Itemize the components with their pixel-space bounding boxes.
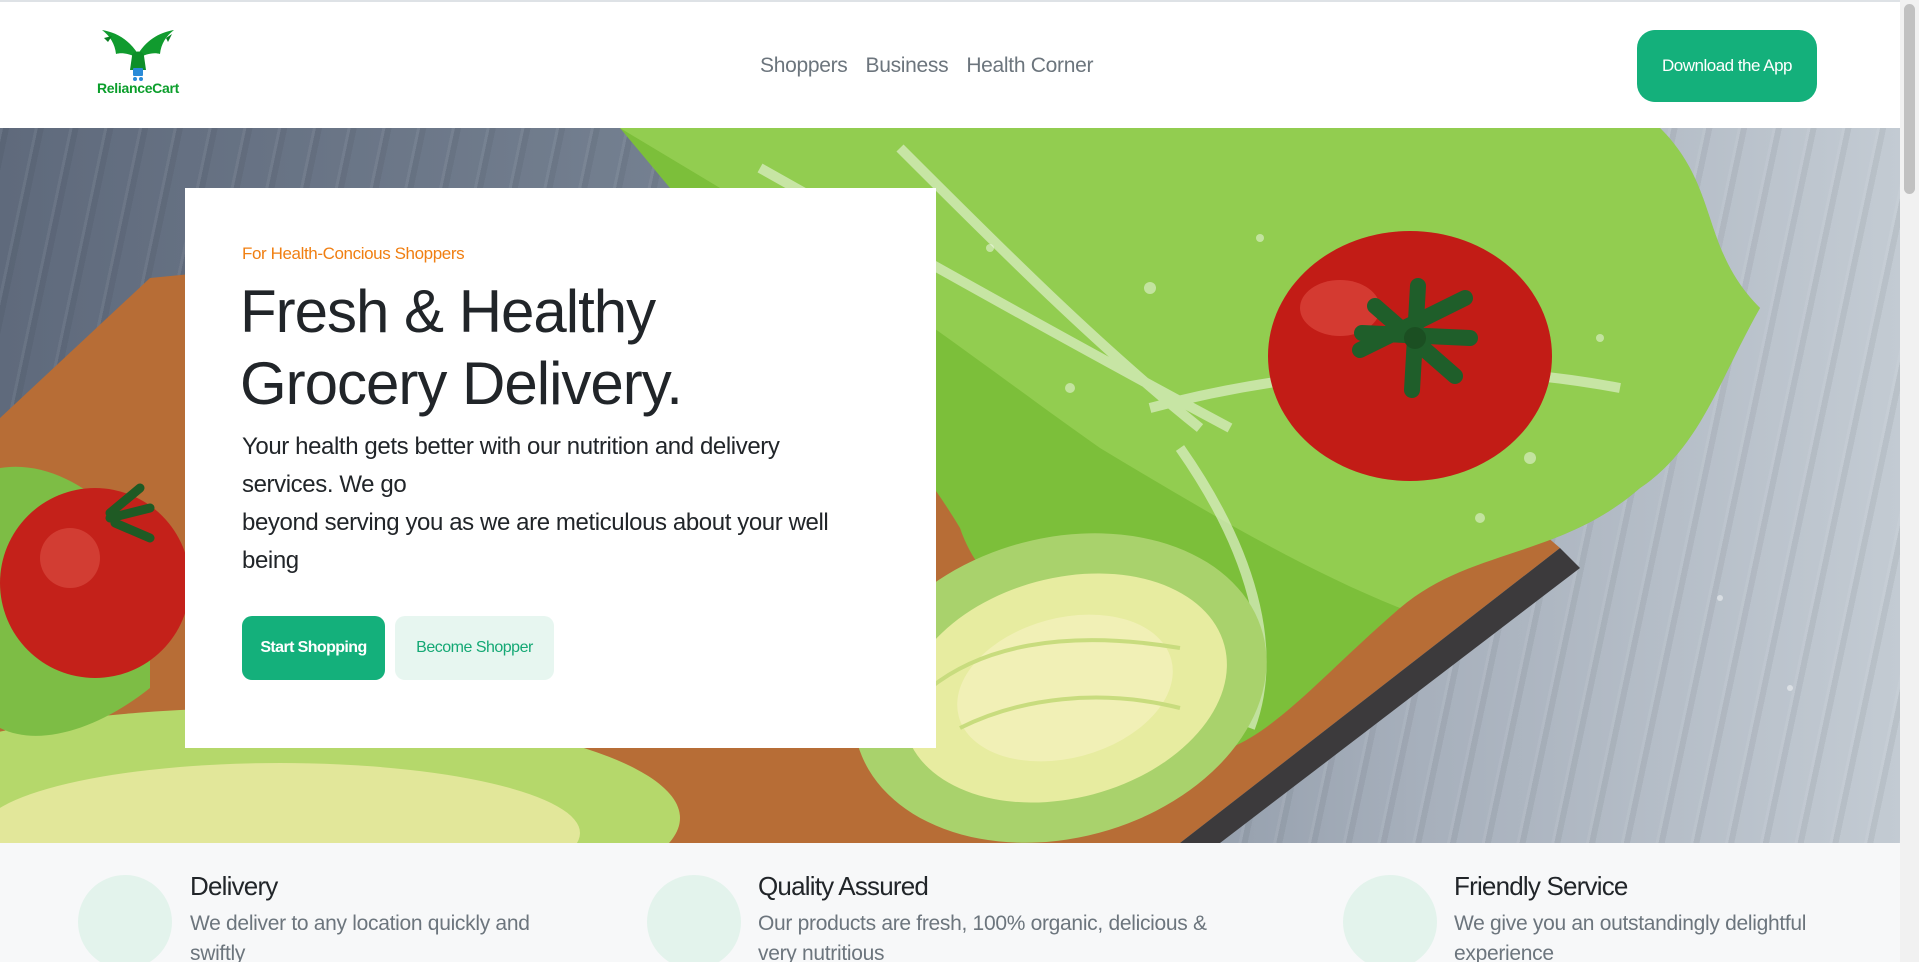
start-shopping-button[interactable]: Start Shopping bbox=[242, 616, 385, 680]
page-viewport: RelianceCart Shoppers Business Health Co… bbox=[0, 0, 1900, 962]
feature-text: We give you an outstandingly delightful … bbox=[1454, 912, 1807, 962]
feature-title: Delivery bbox=[190, 871, 278, 901]
feature-title: Quality Assured bbox=[758, 871, 929, 901]
eagle-cart-logo-icon bbox=[102, 30, 174, 81]
scrollbar-thumb[interactable] bbox=[1904, 4, 1915, 194]
navbar: RelianceCart Shoppers Business Health Co… bbox=[0, 2, 1900, 128]
service-icon bbox=[1343, 875, 1437, 962]
become-shopper-button[interactable]: Become Shopper bbox=[395, 616, 554, 680]
download-app-button[interactable]: Download the App bbox=[1637, 30, 1817, 102]
nav-link-shoppers[interactable]: Shoppers bbox=[760, 54, 848, 78]
feature-title: Friendly Service bbox=[1454, 871, 1628, 901]
features-strip: Delivery We deliver to any location quic… bbox=[0, 843, 1900, 962]
brand-name: RelianceCart bbox=[97, 80, 179, 96]
page-scrollbar[interactable] bbox=[1900, 0, 1919, 962]
nav-link-health-corner[interactable]: Health Corner bbox=[966, 54, 1093, 78]
hero-description: Your health gets better with our nutriti… bbox=[242, 433, 829, 574]
feature-text: Our products are fresh, 100% organic, de… bbox=[758, 912, 1207, 962]
hero-eyebrow: For Health-Concious Shoppers bbox=[242, 244, 465, 263]
hero-title: Fresh & Healthy Grocery Delivery. bbox=[240, 278, 683, 417]
quality-icon bbox=[647, 875, 741, 962]
brand-logo[interactable]: RelianceCart bbox=[92, 28, 184, 100]
hero-card: For Health-Concious Shoppers Fresh & Hea… bbox=[185, 188, 936, 748]
nav-link-business[interactable]: Business bbox=[866, 54, 949, 78]
delivery-icon bbox=[78, 875, 172, 962]
main-nav: Shoppers Business Health Corner bbox=[760, 54, 1093, 78]
hero-section: For Health-Concious Shoppers Fresh & Hea… bbox=[0, 128, 1900, 843]
feature-text: We deliver to any location quickly and s… bbox=[190, 912, 530, 962]
